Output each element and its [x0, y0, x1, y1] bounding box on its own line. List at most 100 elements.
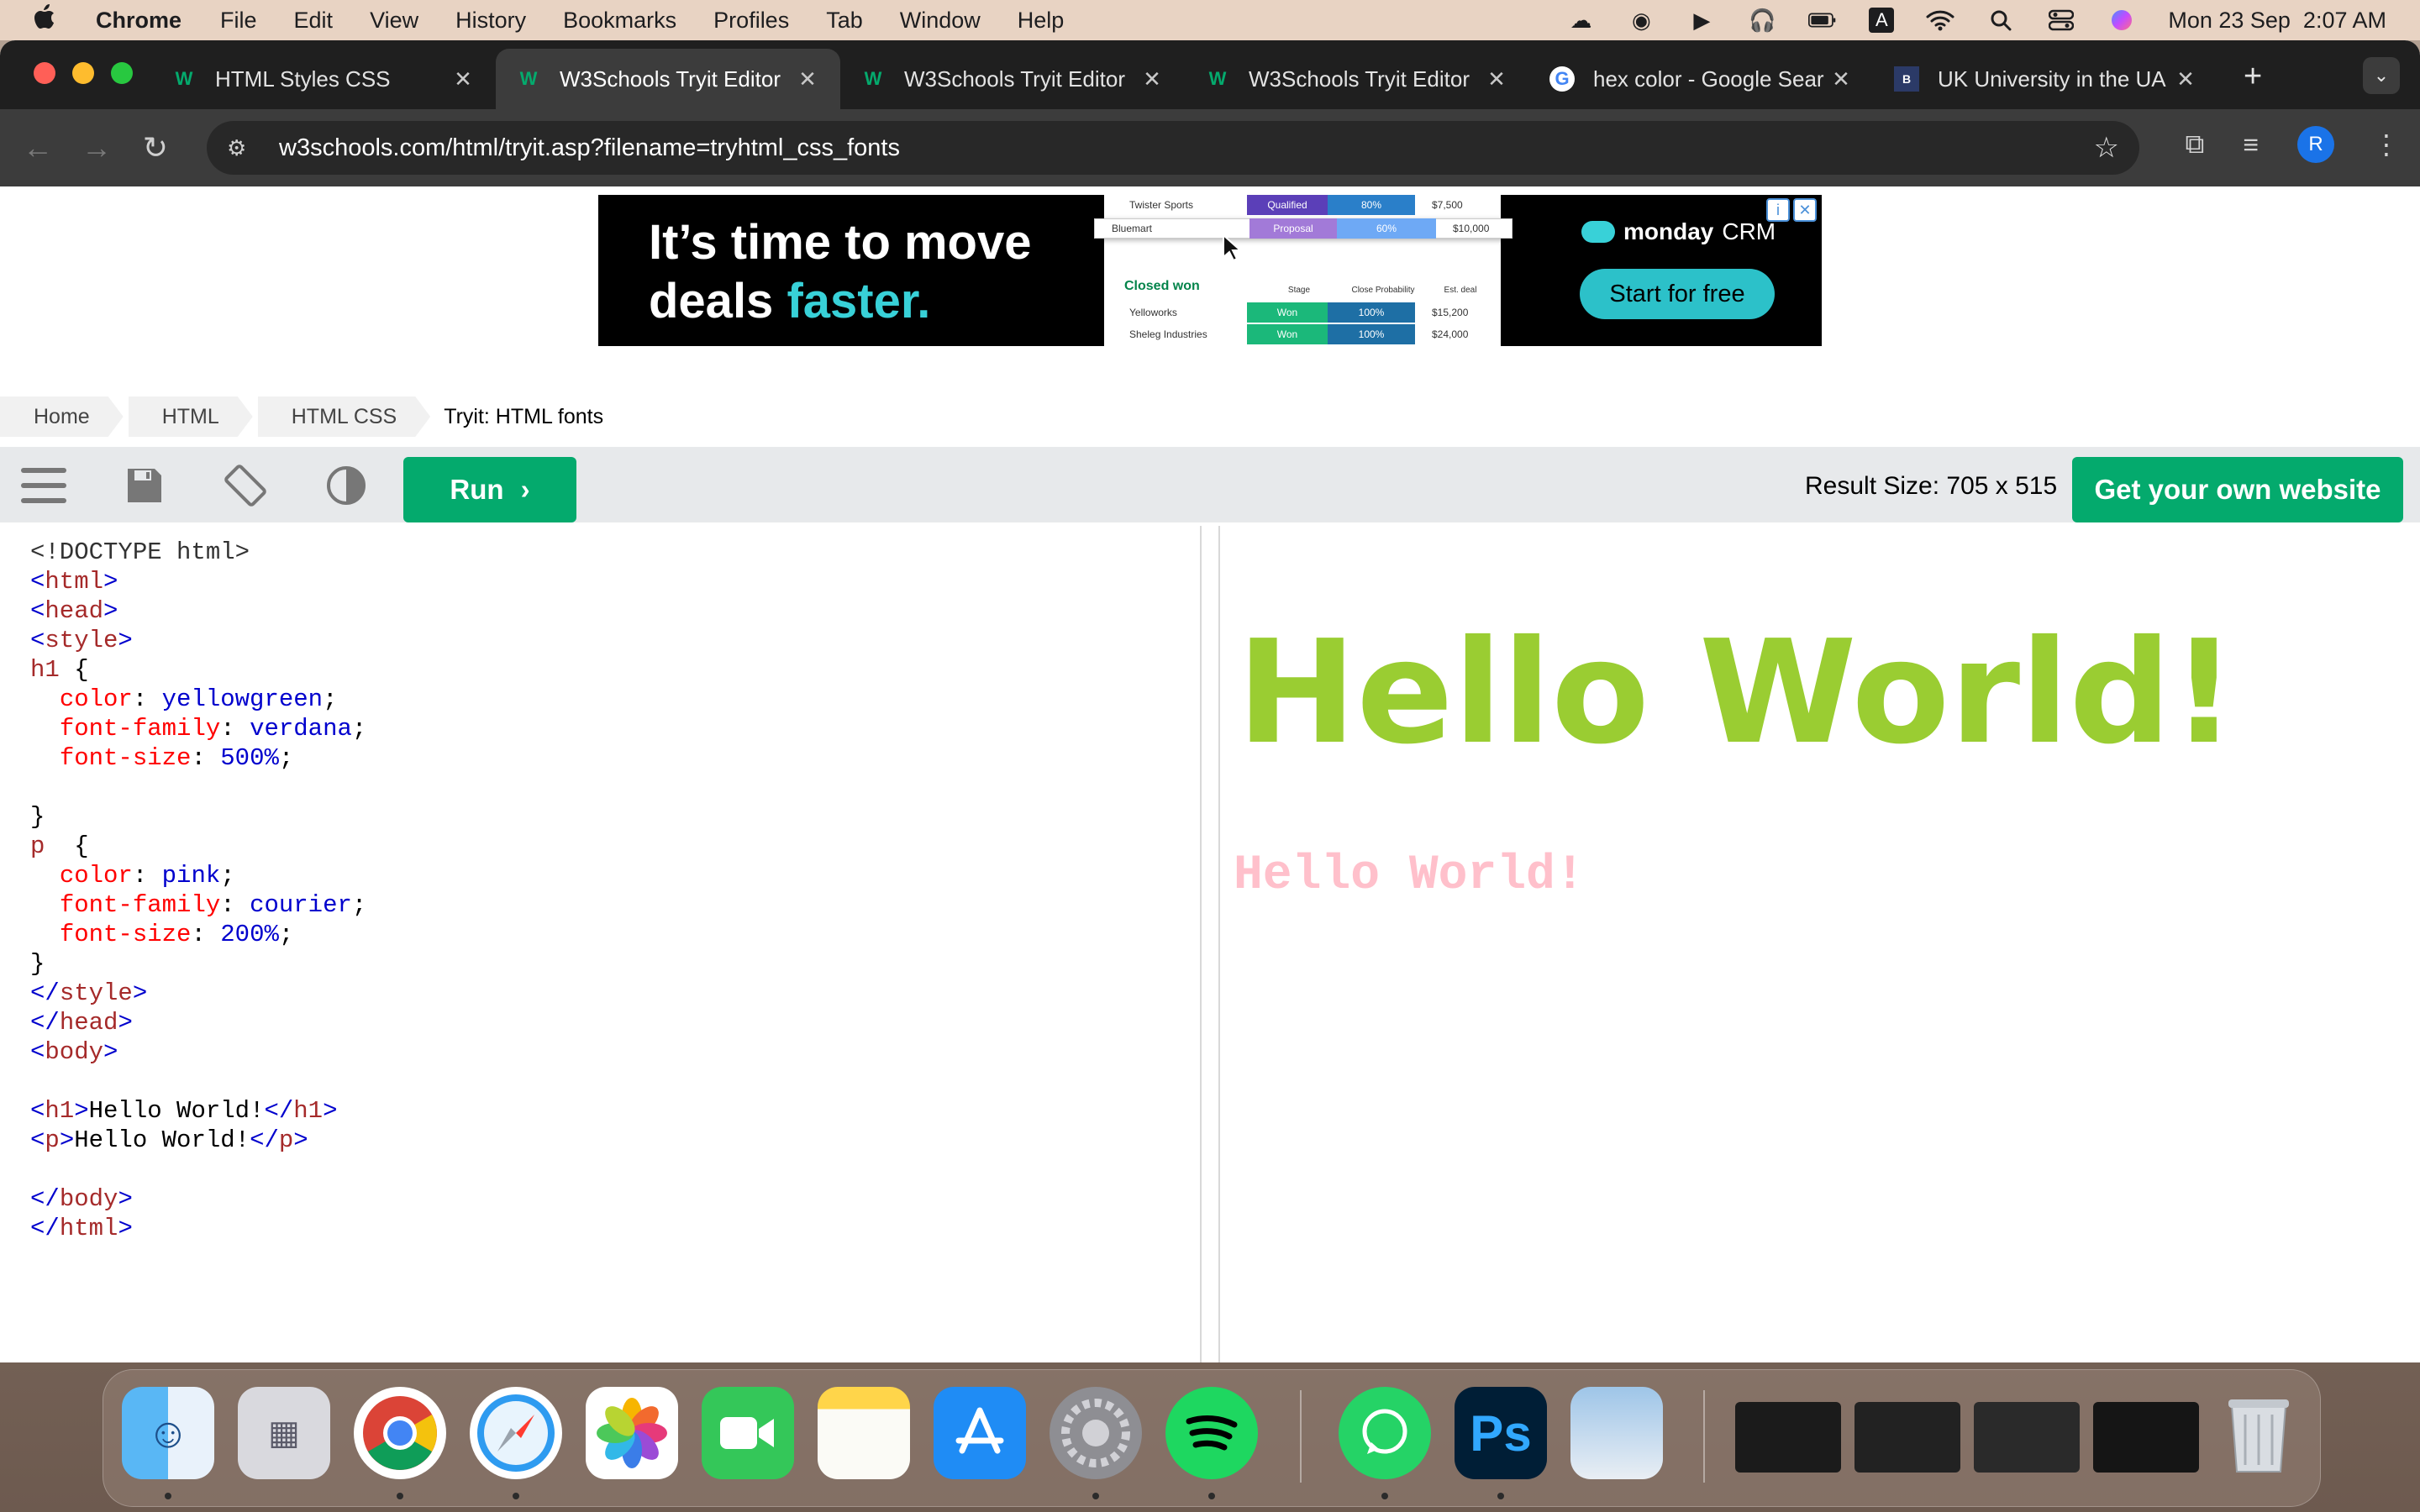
minimized-window-thumbnail[interactable]	[1735, 1402, 1841, 1473]
close-tab-icon[interactable]: ✕	[795, 66, 820, 92]
photoshop-icon[interactable]: Ps	[1455, 1387, 1547, 1479]
rotate-orientation-icon[interactable]	[220, 462, 271, 509]
forward-arrow-icon[interactable]: →	[67, 130, 126, 165]
code-line: }	[30, 950, 45, 978]
breadcrumb-html-css[interactable]: HTML CSS	[258, 396, 430, 437]
back-arrow-icon[interactable]: ←	[8, 130, 67, 165]
site-info-icon[interactable]: ⚙	[227, 135, 255, 161]
save-icon[interactable]	[119, 462, 170, 509]
minimize-window-button[interactable]	[72, 62, 94, 84]
tab-tryit-editor-2[interactable]: W W3Schools Tryit Editor ✕	[840, 49, 1185, 109]
tab-google-search[interactable]: G hex color - Google Sear ✕	[1529, 49, 1874, 109]
breadcrumb-current: Tryit: HTML fonts	[444, 404, 604, 428]
menu-bookmarks[interactable]: Bookmarks	[563, 8, 676, 34]
menubar-status-area: ☁ ◉ ▶ 🎧 A Mon 23 Sep 2:07 AM	[1566, 8, 2386, 34]
run-button[interactable]: Run ›	[403, 457, 576, 522]
run-button-label: Run	[450, 474, 504, 505]
reload-icon[interactable]: ↻	[126, 130, 185, 165]
minimized-window-thumbnail[interactable]	[1974, 1402, 2080, 1473]
breadcrumb-html[interactable]: HTML	[129, 396, 253, 437]
zoom-window-button[interactable]	[111, 62, 133, 84]
menu-profiles[interactable]: Profiles	[713, 8, 789, 34]
tab-search-chevron-icon[interactable]: ⌄	[2363, 57, 2400, 94]
close-tab-icon[interactable]: ✕	[1139, 66, 1165, 92]
airdrop-icon[interactable]: ◉	[1627, 8, 1655, 33]
ad-brand-name: monday	[1623, 218, 1714, 244]
code-line: p {	[30, 832, 89, 860]
safari-icon[interactable]	[470, 1387, 562, 1479]
dark-mode-toggle-icon[interactable]	[321, 462, 371, 509]
address-bar[interactable]: ⚙ w3schools.com/html/tryit.asp?filename=…	[207, 121, 2139, 175]
notes-icon[interactable]	[818, 1387, 910, 1479]
control-center-icon[interactable]	[2047, 8, 2075, 33]
siri-icon[interactable]	[2107, 8, 2136, 33]
finder-icon[interactable]: ☺	[122, 1387, 214, 1479]
preview-icon[interactable]	[1570, 1387, 1663, 1479]
chrome-icon[interactable]	[354, 1387, 446, 1479]
minimized-window-thumbnail[interactable]	[1854, 1402, 1960, 1473]
running-indicator	[165, 1493, 171, 1499]
spotlight-search-icon[interactable]	[1986, 8, 2015, 33]
facetime-icon[interactable]	[702, 1387, 794, 1479]
menu-edit[interactable]: Edit	[294, 8, 334, 34]
hamburger-menu-icon[interactable]	[18, 462, 69, 509]
new-tab-icon[interactable]: +	[2244, 59, 2262, 109]
tab-title: HTML Styles CSS	[215, 66, 391, 92]
now-playing-icon[interactable]: ▶	[1687, 8, 1716, 33]
close-window-button[interactable]	[34, 62, 55, 84]
headphones-icon[interactable]: 🎧	[1748, 8, 1776, 33]
close-tab-icon[interactable]: ✕	[450, 66, 476, 92]
menu-help[interactable]: Help	[1018, 8, 1065, 34]
menu-file[interactable]: File	[220, 8, 257, 34]
ad-cell-deal: $7,500	[1432, 199, 1463, 211]
extensions-icon[interactable]: ⧉	[2185, 129, 2204, 160]
system-settings-icon[interactable]	[1050, 1387, 1142, 1479]
chrome-menu-icon[interactable]: ⋮	[2373, 129, 2400, 160]
whatsapp-icon[interactable]	[1339, 1387, 1431, 1479]
profile-avatar[interactable]: R	[2297, 126, 2334, 163]
menubar-clock[interactable]: Mon 23 Sep 2:07 AM	[2168, 8, 2386, 34]
close-tab-icon[interactable]: ✕	[2173, 66, 2198, 92]
ad-cell-stage: Qualified	[1247, 195, 1328, 215]
ad-banner[interactable]: It’s time to move deals faster. Twister …	[598, 195, 1822, 346]
get-your-own-website-button[interactable]: Get your own website	[2072, 457, 2403, 522]
tab-tryit-editor-active[interactable]: W W3Schools Tryit Editor ✕	[496, 49, 840, 109]
apple-menu-icon[interactable]	[34, 4, 57, 36]
tab-html-styles-css[interactable]: W HTML Styles CSS ✕	[151, 49, 496, 109]
battery-icon[interactable]	[1808, 8, 1837, 33]
ad-cell-prob: 80%	[1328, 195, 1415, 215]
wifi-icon[interactable]	[1926, 8, 1954, 33]
photos-icon[interactable]	[586, 1387, 678, 1479]
url-text[interactable]: w3schools.com/html/tryit.asp?filename=tr…	[279, 134, 900, 162]
menu-view[interactable]: View	[370, 8, 418, 34]
menu-tab[interactable]: Tab	[826, 8, 863, 34]
tab-tryit-editor-3[interactable]: W W3Schools Tryit Editor ✕	[1185, 49, 1529, 109]
code-editor[interactable]: <!DOCTYPE html> <html> <head> <style> h1 { c…	[17, 526, 1202, 1362]
spotify-icon[interactable]	[1165, 1387, 1258, 1479]
w3schools-favicon-icon: W	[1208, 68, 1227, 89]
result-iframe[interactable]: Hello World! Hello World!	[1218, 526, 2403, 1362]
ad-cell-deal: $15,200	[1432, 307, 1469, 318]
breadcrumb-home[interactable]: Home	[0, 396, 124, 437]
trash-icon[interactable]	[2212, 1387, 2305, 1479]
app-store-icon[interactable]	[934, 1387, 1026, 1479]
menubar-app-name[interactable]: Chrome	[96, 8, 182, 34]
menu-history[interactable]: History	[455, 8, 526, 34]
ad-close-icon[interactable]: ✕	[1793, 198, 1817, 222]
input-source-icon[interactable]: A	[1869, 8, 1895, 33]
creative-cloud-icon[interactable]: ☁	[1566, 8, 1595, 33]
ad-headline-accent: faster.	[786, 274, 931, 328]
close-tab-icon[interactable]: ✕	[1828, 66, 1854, 92]
minimized-window-thumbnail[interactable]	[2093, 1402, 2199, 1473]
ad-info-icon[interactable]: i	[1766, 198, 1790, 222]
tab-uk-university[interactable]: B UK University in the UA ✕	[1874, 49, 2218, 109]
media-controls-icon[interactable]: ≡	[2243, 129, 2259, 160]
bookmark-star-icon[interactable]: ☆	[2094, 131, 2119, 165]
menu-window[interactable]: Window	[900, 8, 981, 34]
launchpad-icon[interactable]: ▦	[238, 1387, 330, 1479]
close-tab-icon[interactable]: ✕	[1484, 66, 1509, 92]
ad-start-for-free-button[interactable]: Start for free	[1580, 269, 1775, 319]
ad-brand-suffix: CRM	[1722, 218, 1776, 244]
